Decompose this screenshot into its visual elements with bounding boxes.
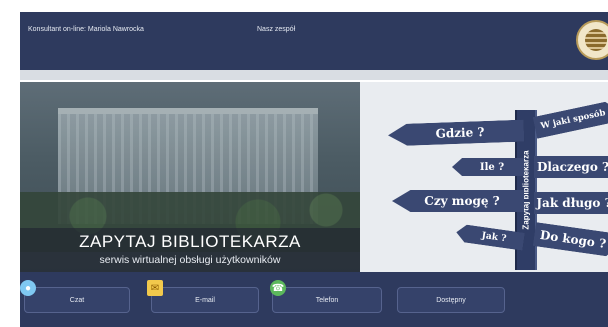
sign-jak-dlugo: Jak długo ?	[534, 192, 608, 214]
email-button[interactable]: E-mail	[151, 287, 259, 313]
sign-ile: Ile ?	[452, 158, 524, 176]
consultant-online-label: Konsultant on-line: Mariola Nawrocka	[28, 26, 144, 33]
chat-button[interactable]: Czat	[24, 287, 130, 313]
hero-title: ZAPYTAJ BIBLIOTEKARZA	[79, 232, 301, 251]
logo-emblem-icon	[585, 29, 607, 51]
sign-czy-moge: Czy mogę ?	[392, 190, 524, 212]
page-frame: Konsultant on-line: Mariola Nawrocka Nas…	[20, 12, 608, 327]
sign-dlaczego: Dlaczego ?	[534, 156, 608, 178]
hero-banner: ZAPYTAJ BIBLIOTEKARZA serwis wirtualnej …	[20, 82, 360, 272]
envelope-icon: ✉	[147, 280, 163, 296]
hero-subtitle: serwis wirtualnej obsługi użytkowników	[99, 254, 281, 266]
signpost-graphic: Zapytaj bibliotekarza Gdzie ? W jaki spo…	[360, 82, 608, 272]
phone-icon: ☎	[270, 280, 286, 296]
library-logo	[576, 20, 608, 60]
phone-button[interactable]: Telefon	[272, 287, 382, 313]
availability-status-button[interactable]: Dostępny	[397, 287, 505, 313]
sign-w-jaki-sposob: W jaki sposób	[533, 99, 608, 138]
sign-do-kogo: Do kogo ?	[533, 222, 608, 258]
chat-bubble-icon: ●	[20, 280, 36, 296]
sign-gdzie: Gdzie ?	[388, 120, 525, 147]
contact-nav-bar: Czat ● E-mail ✉ Telefon ☎ Dostępny	[20, 272, 608, 327]
team-link[interactable]: Nasz zespół	[257, 26, 295, 33]
header: Konsultant on-line: Mariola Nawrocka Nas…	[20, 12, 608, 80]
